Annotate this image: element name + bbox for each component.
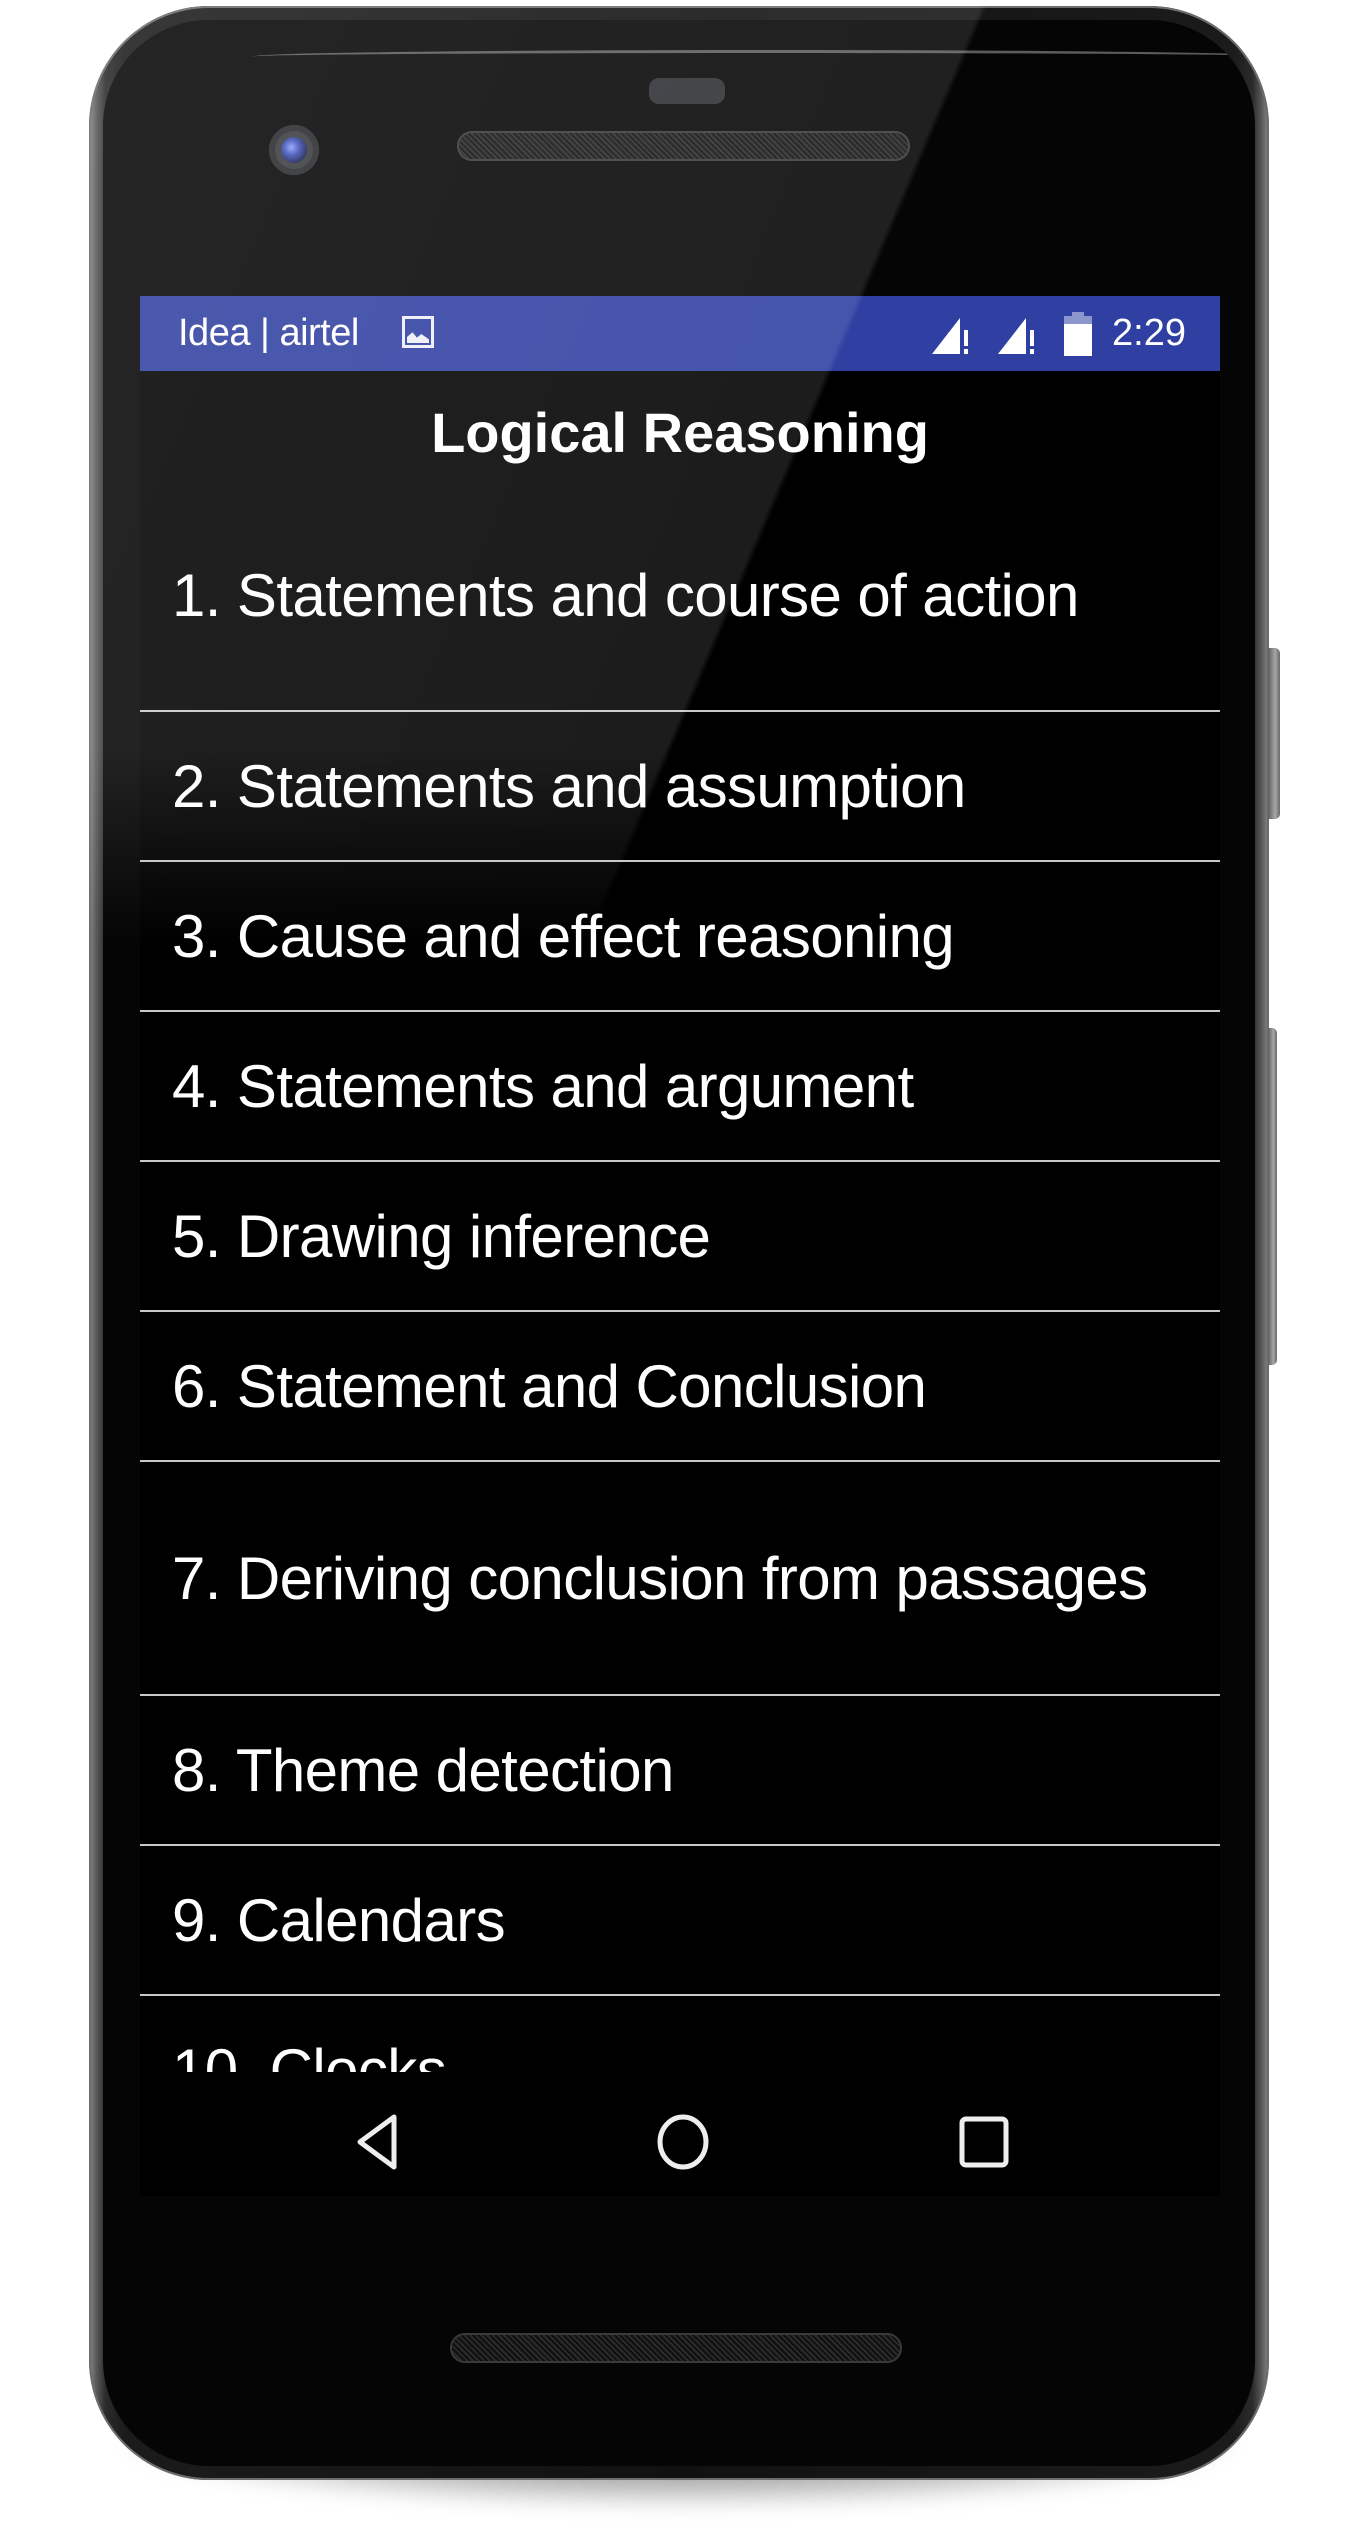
navigation-bar <box>140 2090 1220 2200</box>
bezel-highlight <box>253 50 1255 63</box>
list-item[interactable]: 8. Theme detection <box>140 1696 1220 1846</box>
volume-button[interactable] <box>1268 1028 1277 1365</box>
list-item-label: 3. Cause and effect reasoning <box>172 902 955 970</box>
proximity-sensor <box>649 78 725 104</box>
bottom-speaker <box>452 2335 900 2361</box>
recents-button[interactable] <box>954 2112 1014 2172</box>
battery-icon <box>1064 312 1092 356</box>
list-item[interactable]: 1. Statements and course of action <box>140 480 1220 712</box>
signal-icon <box>998 318 1034 354</box>
status-bar: Idea | airtel 2:29 <box>140 296 1220 371</box>
list-item-label: 1. Statements and course of action <box>172 561 1079 629</box>
home-circle-icon <box>657 2114 709 2170</box>
front-camera-icon <box>269 125 319 175</box>
list-item[interactable]: 2. Statements and assumption <box>140 712 1220 862</box>
list-item[interactable]: 5. Drawing inference <box>140 1162 1220 1312</box>
list-item[interactable]: 3. Cause and effect reasoning <box>140 862 1220 1012</box>
list-item[interactable]: 7. Deriving conclusion from passages <box>140 1462 1220 1696</box>
page-title: Logical Reasoning <box>431 401 929 464</box>
list-item[interactable]: 4. Statements and argument <box>140 1012 1220 1162</box>
list-item-label: 4. Statements and argument <box>172 1052 914 1120</box>
list-item[interactable]: 10. Clocks <box>140 1996 1220 2073</box>
status-time: 2:29 <box>1112 312 1186 354</box>
back-button[interactable] <box>350 2112 410 2172</box>
list-item-label: 2. Statements and assumption <box>172 752 966 820</box>
signal-icon <box>932 318 968 354</box>
home-button[interactable] <box>653 2112 713 2172</box>
list-item-label: 10. Clocks <box>172 2036 447 2073</box>
list-item[interactable]: 6. Statement and Conclusion <box>140 1312 1220 1462</box>
carrier-name: Idea | airtel <box>178 312 359 354</box>
power-button[interactable] <box>1268 648 1280 819</box>
app-screen: Idea | airtel 2:29 Logical Reasoning 1. … <box>140 296 1220 2196</box>
recents-square-icon <box>959 2116 1009 2168</box>
list-item-label: 5. Drawing inference <box>172 1202 711 1270</box>
list-item-label: 8. Theme detection <box>172 1736 674 1804</box>
list-item-label: 7. Deriving conclusion from passages <box>172 1544 1148 1612</box>
list-item-label: 6. Statement and Conclusion <box>172 1352 927 1420</box>
back-triangle-icon <box>357 2114 397 2170</box>
image-notification-icon <box>402 316 434 348</box>
list-item-label: 9. Calendars <box>172 1886 506 1954</box>
list-item[interactable]: 9. Calendars <box>140 1846 1220 1996</box>
earpiece-speaker <box>459 133 908 159</box>
topic-list[interactable]: 1. Statements and course of action 2. St… <box>140 480 1220 2072</box>
